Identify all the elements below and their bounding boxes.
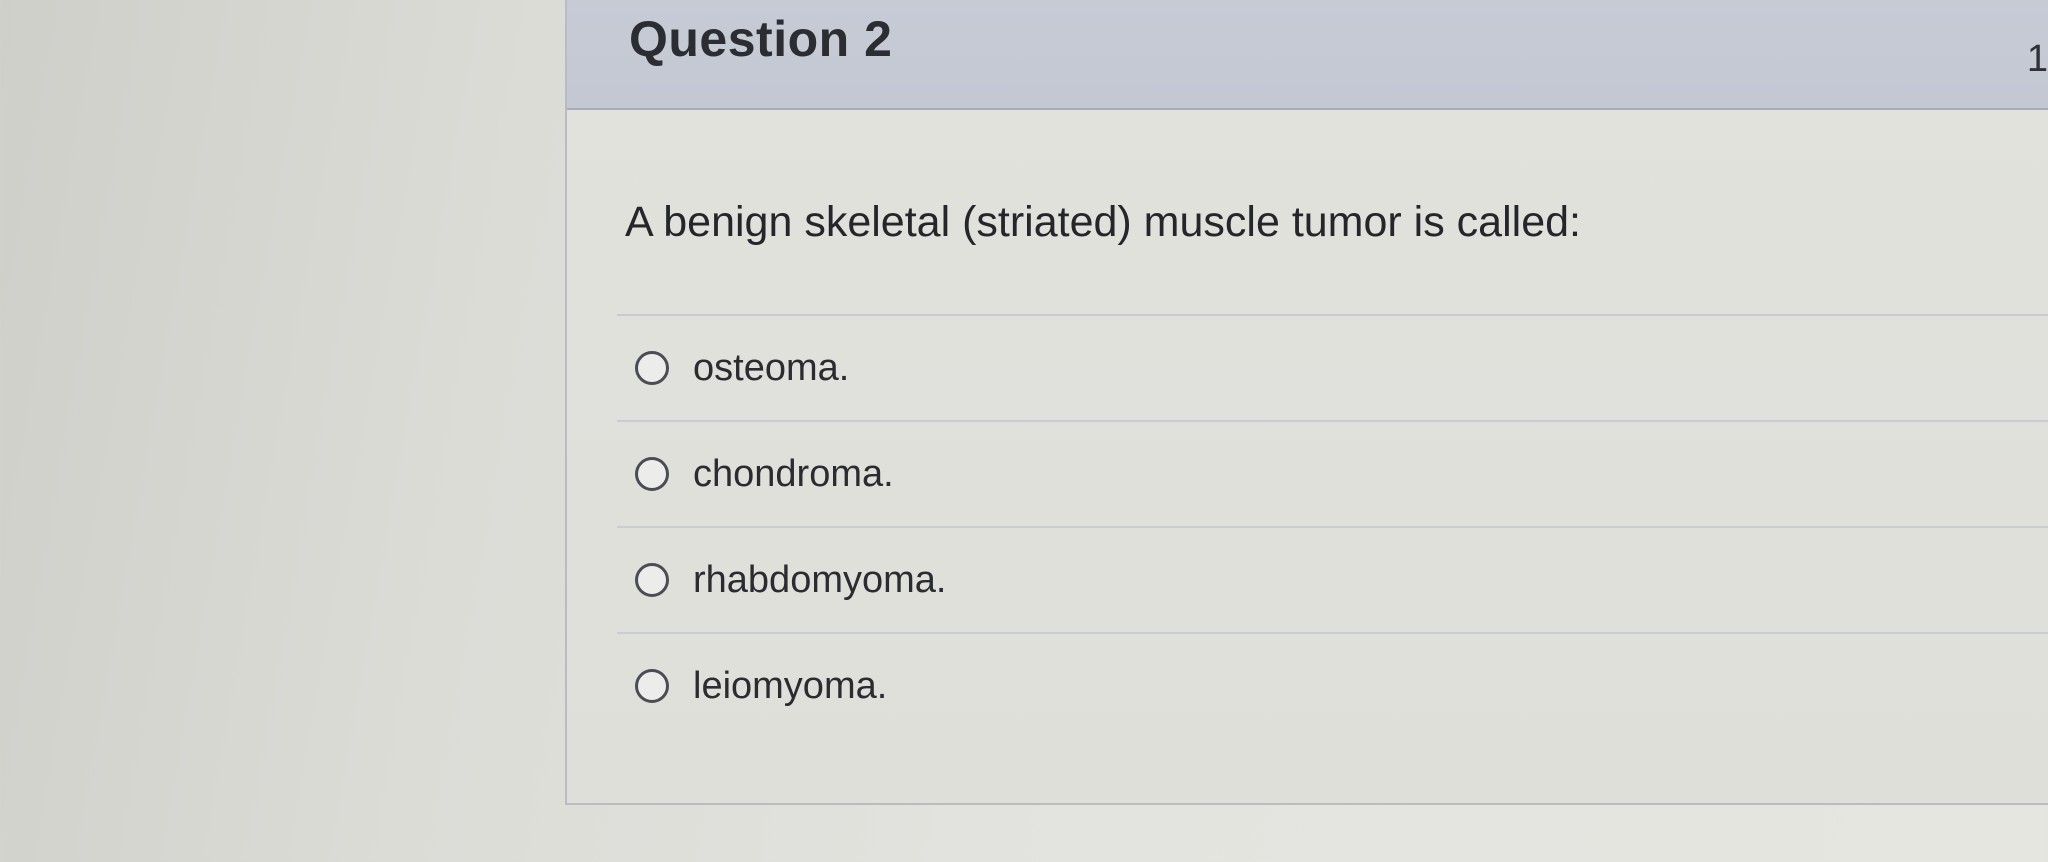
radio-button[interactable] <box>635 563 669 597</box>
question-header: Question 2 1 <box>567 0 2048 110</box>
answer-option-rhabdomyoma[interactable]: rhabdomyoma. <box>617 526 2048 632</box>
answer-option-osteoma[interactable]: osteoma. <box>617 314 2048 420</box>
radio-button[interactable] <box>635 351 669 385</box>
question-title: Question 2 <box>629 11 893 67</box>
radio-button[interactable] <box>635 457 669 491</box>
answer-label: chondroma. <box>693 452 894 495</box>
answer-label: leiomyoma. <box>693 664 888 707</box>
answer-option-chondroma[interactable]: chondroma. <box>617 420 2048 526</box>
answer-label: osteoma. <box>693 346 850 389</box>
question-prompt: A benign skeletal (striated) muscle tumo… <box>625 198 1581 246</box>
answer-label: rhabdomyoma. <box>693 558 947 601</box>
question-card: Question 2 1 A benign skeletal (striated… <box>565 0 2048 805</box>
question-points: 1 <box>2026 38 2048 80</box>
answer-list: osteoma. chondroma. rhabdomyoma. leiomyo… <box>617 314 2048 738</box>
radio-button[interactable] <box>635 669 669 703</box>
answer-option-leiomyoma[interactable]: leiomyoma. <box>617 632 2048 738</box>
